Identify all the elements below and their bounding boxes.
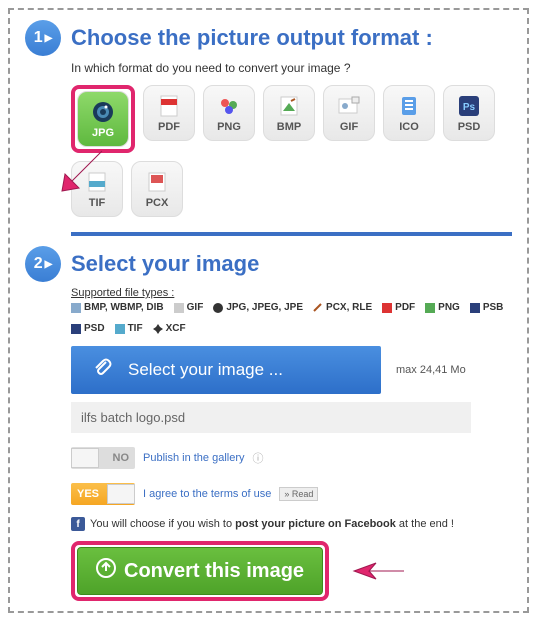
format-label: JPG xyxy=(92,127,114,139)
step-1-subtitle: In which format do you need to convert y… xyxy=(71,61,512,75)
fb-text: You will choose if you wish to xyxy=(90,518,235,530)
format-ico-button[interactable]: ICO xyxy=(383,85,435,141)
supported-file-types-list: BMP, WBMP, DIB GIF JPG, JPEG, JPE PCX, R… xyxy=(71,302,512,334)
supported-item: XCF xyxy=(166,323,186,334)
step-1-title: Choose the picture output format : xyxy=(71,25,433,51)
svg-text:Ps: Ps xyxy=(463,102,476,113)
supported-item: PDF xyxy=(395,302,415,313)
format-label: PNG xyxy=(217,121,241,133)
ico-icon xyxy=(397,94,421,118)
fb-text: at the end ! xyxy=(396,518,454,530)
supported-item: TIF xyxy=(128,323,143,334)
pink-arrow-icon xyxy=(349,551,409,591)
camera-icon xyxy=(91,100,115,124)
terms-label: I agree to the terms of use xyxy=(143,488,271,500)
filename-field[interactable]: ilfs batch logo.psd xyxy=(71,402,471,433)
format-label: PDF xyxy=(158,121,180,133)
step-2-title: Select your image xyxy=(71,251,259,277)
convert-button[interactable]: Convert this image xyxy=(77,547,323,595)
highlight-convert: Convert this image xyxy=(71,541,329,601)
facebook-icon: f xyxy=(71,517,85,531)
format-bmp-button[interactable]: BMP xyxy=(263,85,315,141)
format-label: GIF xyxy=(340,121,358,133)
max-size-label: max 24,41 Mo xyxy=(396,364,466,376)
fb-text-bold: post your picture on Facebook xyxy=(235,518,396,530)
step-2-badge: 2 ▶ xyxy=(25,246,61,282)
supported-item: PNG xyxy=(438,302,460,313)
format-pdf-button[interactable]: PDF xyxy=(143,85,195,141)
format-label: PSD xyxy=(458,121,481,133)
toggle-yes-label: YES xyxy=(77,488,99,500)
facebook-notice: f You will choose if you wish to post yo… xyxy=(71,517,512,531)
supported-file-types-label: Supported file types : xyxy=(71,287,512,299)
help-icon[interactable]: ⓘ xyxy=(253,450,264,466)
bmp-icon xyxy=(277,94,301,118)
supported-item: BMP, WBMP, DIB xyxy=(84,302,164,313)
select-button-label: Select your image ... xyxy=(128,360,283,380)
play-icon: ▶ xyxy=(45,259,53,270)
play-icon: ▶ xyxy=(45,33,53,44)
supported-item: PSD xyxy=(84,323,105,334)
paperclip-icon xyxy=(91,356,113,384)
read-terms-button[interactable]: » Read xyxy=(279,487,318,501)
step-number: 2 xyxy=(34,255,43,273)
terms-toggle[interactable]: YES xyxy=(71,483,135,505)
circled-arrow-icon xyxy=(96,558,116,584)
format-gif-button[interactable]: GIF xyxy=(323,85,375,141)
step-1-badge: 1 ▶ xyxy=(25,20,61,56)
highlight-selected: JPG xyxy=(71,85,135,153)
supported-item: PSB xyxy=(483,302,504,313)
png-icon xyxy=(217,94,241,118)
pink-arrow-icon xyxy=(57,141,112,196)
convert-button-label: Convert this image xyxy=(124,560,304,583)
gif-icon xyxy=(337,94,361,118)
format-jpg-button[interactable]: JPG xyxy=(77,91,129,147)
toggle-no-label: NO xyxy=(113,452,130,464)
format-label: TIF xyxy=(89,197,106,209)
pdf-icon xyxy=(157,94,181,118)
format-png-button[interactable]: PNG xyxy=(203,85,255,141)
supported-item: GIF xyxy=(187,302,204,313)
format-label: ICO xyxy=(399,121,419,133)
step-number: 1 xyxy=(34,29,43,47)
format-psd-button[interactable]: Ps PSD xyxy=(443,85,495,141)
publish-gallery-toggle[interactable]: NO xyxy=(71,447,135,469)
divider xyxy=(71,232,512,236)
supported-item: JPG, JPEG, JPE xyxy=(226,302,303,313)
format-label: BMP xyxy=(277,121,301,133)
format-label: PCX xyxy=(146,197,169,209)
publish-gallery-label: Publish in the gallery xyxy=(143,452,245,464)
format-grid: JPG PDF PNG BMP GIF ICO Ps PSD xyxy=(71,85,512,217)
select-image-button[interactable]: Select your image ... xyxy=(71,346,381,394)
format-pcx-button[interactable]: PCX xyxy=(131,161,183,217)
supported-item: PCX, RLE xyxy=(326,302,372,313)
pcx-icon xyxy=(145,170,169,194)
psd-icon: Ps xyxy=(457,94,481,118)
